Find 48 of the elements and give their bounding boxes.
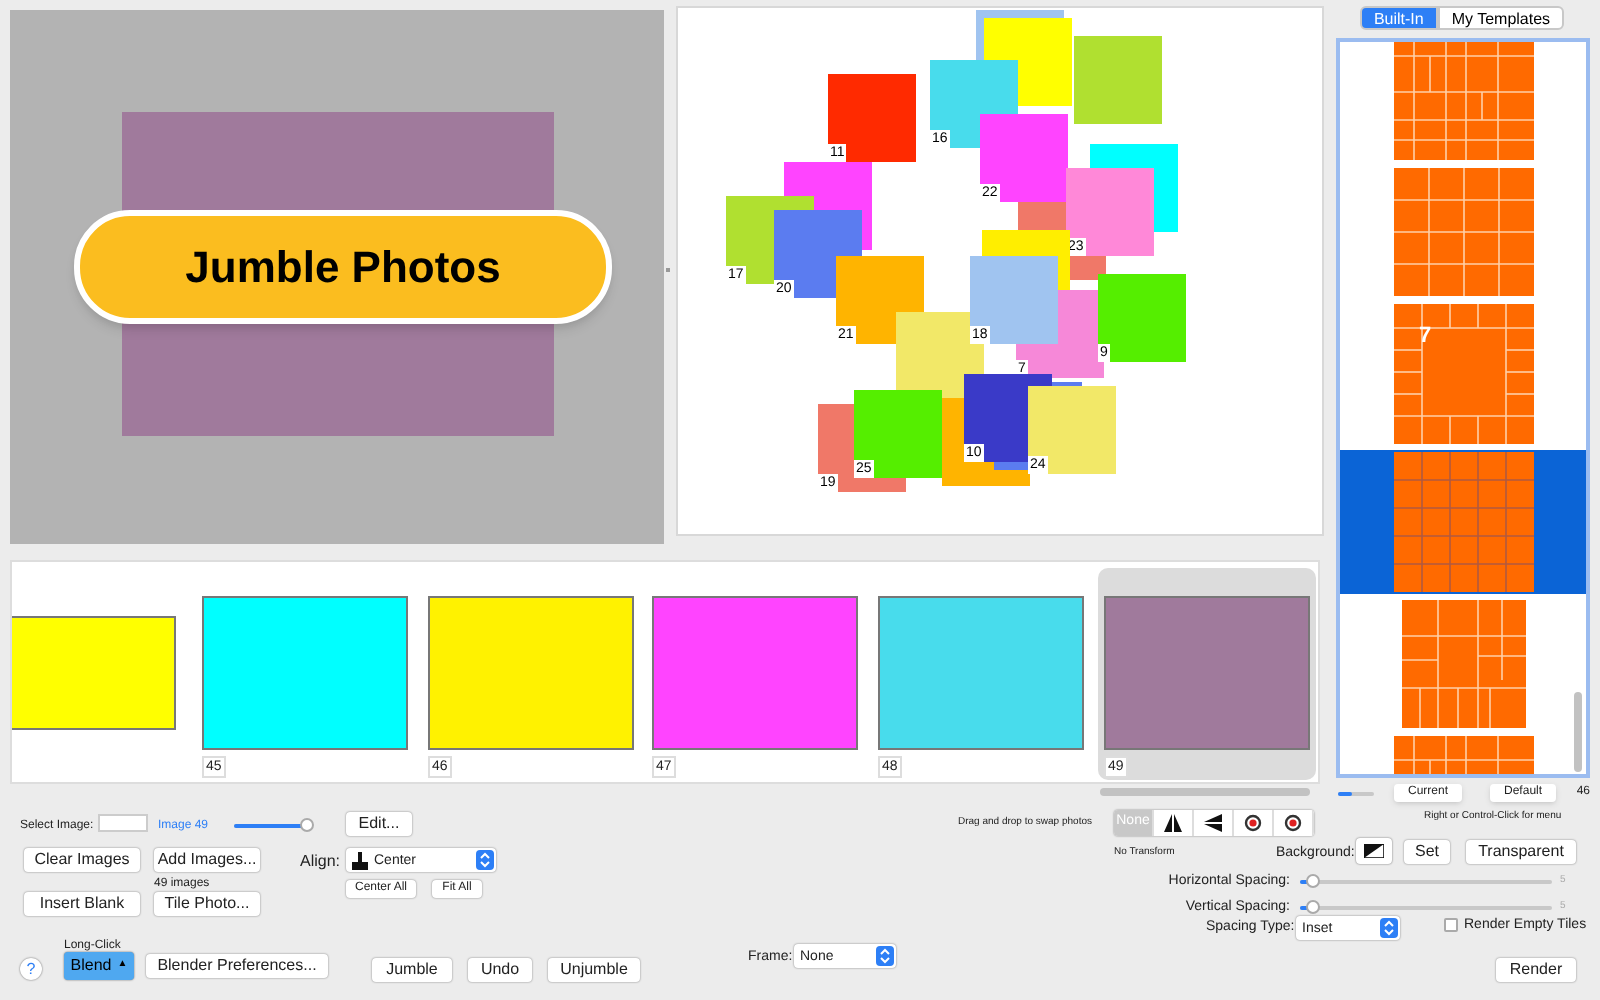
template-tab[interactable]: Built-In [1359,6,1438,30]
action-button[interactable]: Unjumble [548,958,640,982]
tile-photo-button[interactable]: Tile Photo... [154,892,260,916]
photo-thumbnail[interactable] [428,596,634,750]
scrollbar-thumb[interactable] [1574,692,1582,772]
align-label: Align: [300,850,341,874]
transform-segment[interactable] [1234,810,1274,836]
template-item[interactable] [1340,450,1586,594]
insert-blank-button[interactable]: Insert Blank [24,892,140,916]
photo-thumbnail[interactable] [12,616,176,730]
template-thumbnail-drawing [1393,42,1533,160]
set-button[interactable]: Set [1404,840,1450,864]
updown-arrows-icon [1380,918,1398,938]
updown-arrows-icon [476,850,494,870]
photo-thumbnail[interactable] [1104,596,1310,750]
rotate-right-icon [1284,814,1302,832]
clear-images-button[interactable]: Clear Images [24,848,140,872]
help-button[interactable]: ? [20,958,42,980]
scrollbar-thumb[interactable] [1100,788,1310,796]
template-number: 7 [1419,326,1432,348]
photo-thumbnail[interactable] [202,596,408,750]
action-button[interactable]: Undo [468,958,532,982]
template-thumbnail-drawing [1393,168,1533,296]
add-images-button[interactable]: Add Images... [154,848,260,872]
transform-segment[interactable] [1154,810,1194,836]
transform-segment[interactable] [1274,810,1314,836]
blender-preferences-button[interactable]: Blender Preferences... [146,954,328,978]
transparent-button[interactable]: Transparent [1466,840,1576,864]
template-thumbnail-drawing [1393,304,1533,444]
photo-thumbnail[interactable] [652,596,858,750]
render-button[interactable]: Render [1496,958,1576,982]
transform-segment[interactable] [1194,810,1234,836]
color-well[interactable] [1356,838,1392,864]
template-tab[interactable]: My Templates [1437,6,1565,30]
checkbox[interactable] [1444,918,1458,932]
template-thumbnail-drawing [1401,600,1525,728]
action-button[interactable]: Jumble [372,958,452,982]
updown-arrows-icon [876,946,894,966]
flip-horizontal-icon [1164,814,1182,832]
edit-button[interactable]: Edit... [346,812,412,836]
rotate-left-icon [1244,814,1262,832]
template-thumbnail-drawing [1393,452,1533,592]
image-number-field[interactable] [98,814,148,832]
flip-vertical-icon [1204,814,1222,832]
photo-thumbnail[interactable] [878,596,1084,750]
stamp-icon [352,851,368,869]
color-swatch-icon [1364,844,1384,858]
jumble-photos-banner: Jumble Photos [74,210,612,324]
